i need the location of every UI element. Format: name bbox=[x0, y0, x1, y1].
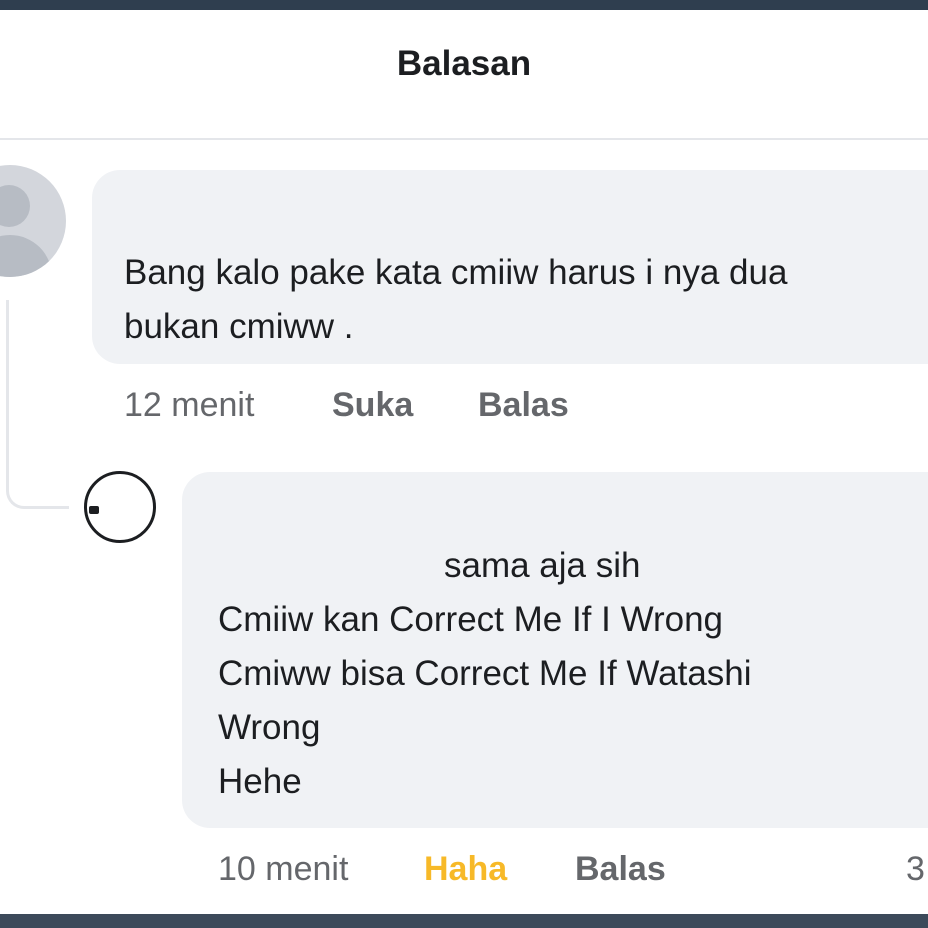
reply-button[interactable]: Balas bbox=[478, 386, 569, 425]
comment-actions: 12 menit Suka Balas bbox=[0, 386, 928, 430]
commenter-avatar[interactable] bbox=[0, 165, 66, 277]
comment-text: Bang kalo pake kata cmiiw harus i nya du… bbox=[124, 253, 788, 346]
reply-line-4: Wrong bbox=[218, 708, 321, 747]
reply-line-1: sama aja sih bbox=[444, 546, 641, 585]
reaction-count: 3 bbox=[906, 850, 925, 888]
bottom-border bbox=[0, 914, 928, 928]
like-button[interactable]: Suka bbox=[332, 386, 413, 425]
reply-line-3: Cmiww bisa Correct Me If Watashi bbox=[218, 654, 752, 693]
avatar-head-shape bbox=[0, 185, 30, 227]
reply-to-reply-button[interactable]: Balas bbox=[575, 850, 666, 889]
reply-actions: 10 menit Haha Balas 3 bbox=[0, 850, 928, 894]
reply-line-5: Hehe bbox=[218, 762, 302, 801]
haha-reaction-button[interactable]: Haha bbox=[424, 850, 507, 889]
page-title: Balasan bbox=[396, 44, 532, 83]
reply-bubble[interactable]: sama aja sih Cmiiw kan Correct Me If I W… bbox=[182, 472, 928, 828]
reply-timestamp: 10 menit bbox=[218, 850, 349, 888]
top-border bbox=[0, 0, 928, 10]
avatar-mark bbox=[89, 506, 99, 514]
comment-bubble[interactable]: Bang kalo pake kata cmiiw harus i nya du… bbox=[92, 170, 928, 364]
replies-screen: Balasan Bang kalo pake kata cmiiw harus … bbox=[0, 10, 928, 914]
replier-avatar[interactable] bbox=[84, 471, 156, 543]
avatar-body-shape bbox=[0, 235, 52, 277]
reply-line-2: Cmiiw kan Correct Me If I Wrong bbox=[218, 600, 724, 639]
header-bar: Balasan bbox=[0, 10, 928, 140]
comment-timestamp: 12 menit bbox=[124, 386, 255, 424]
